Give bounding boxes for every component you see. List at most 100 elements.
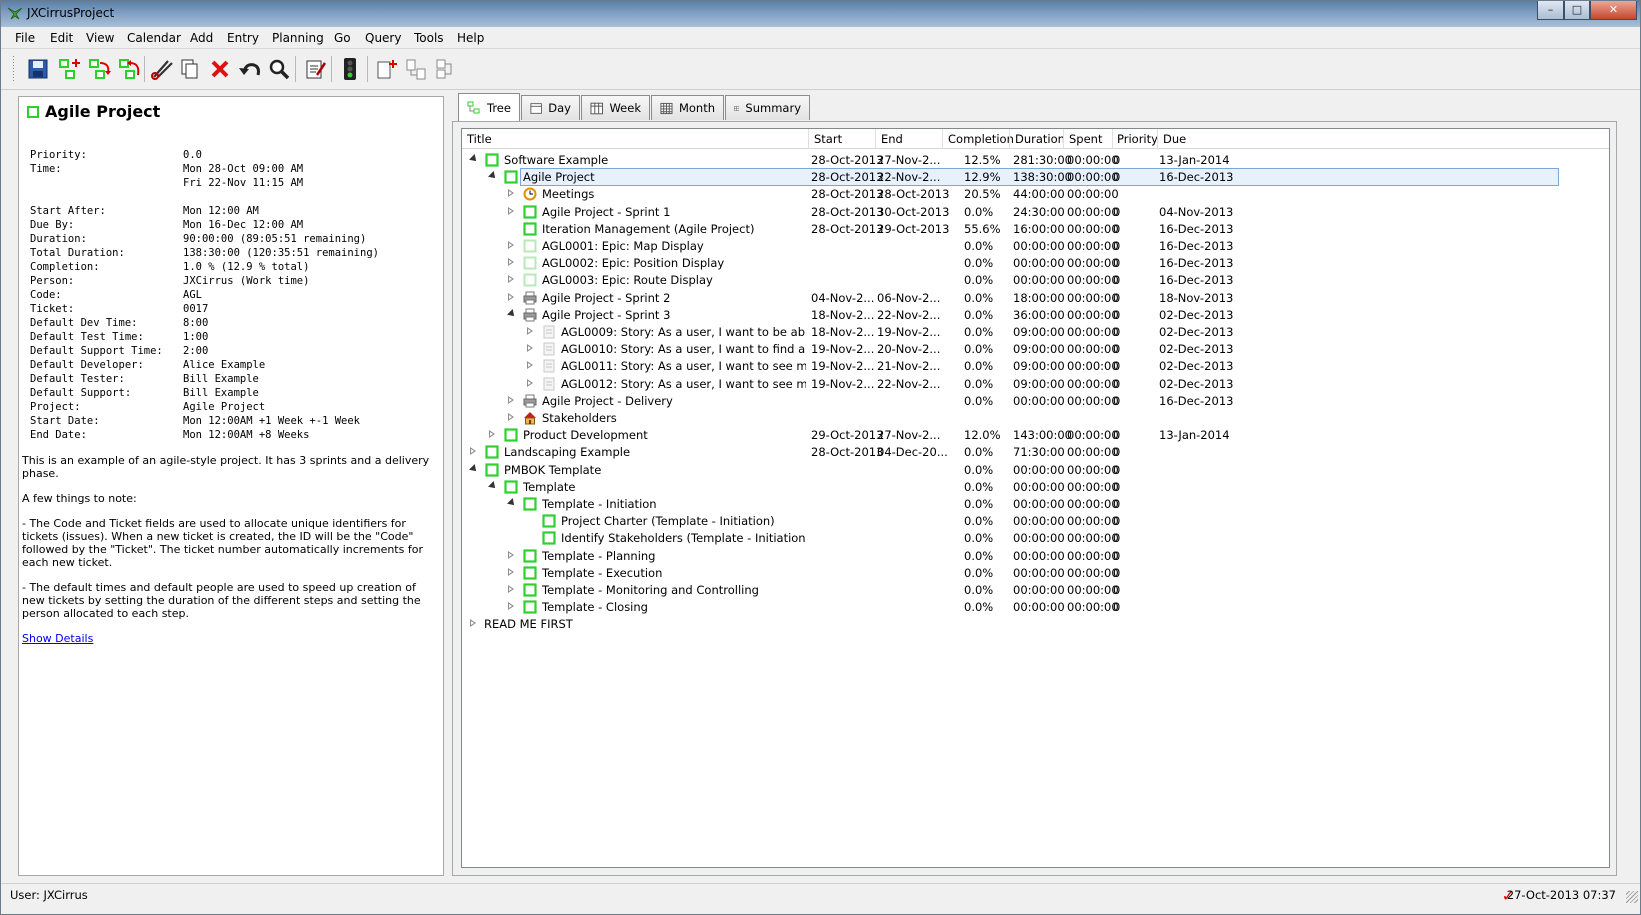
cut-button[interactable] bbox=[149, 56, 175, 82]
expanded-arrow-icon[interactable] bbox=[469, 154, 479, 164]
collapsed-arrow-icon[interactable] bbox=[470, 619, 476, 628]
table-row[interactable]: AGL0002: Epic: Position Display 0.0% 00:00… bbox=[462, 254, 1609, 272]
undo-button[interactable] bbox=[237, 56, 263, 82]
table-row[interactable]: Project Charter (Template - Initiation) 0… bbox=[462, 512, 1609, 530]
copy-button[interactable] bbox=[177, 56, 203, 82]
col-header-start[interactable]: Start bbox=[814, 132, 842, 146]
task-tree-table[interactable]: Title Start End Completion Duration Spen… bbox=[461, 128, 1610, 868]
expanded-arrow-icon[interactable] bbox=[507, 498, 517, 508]
save-button[interactable] bbox=[25, 56, 51, 82]
table-row[interactable]: Template - Execution 0.0% 00:00:00 00:00:00… bbox=[462, 564, 1609, 582]
table-row[interactable]: Iteration Management (Agile Project) 28-O… bbox=[462, 220, 1609, 238]
collapsed-arrow-icon[interactable] bbox=[508, 206, 514, 215]
column-separator[interactable] bbox=[1063, 129, 1064, 149]
collapsed-arrow-icon[interactable] bbox=[527, 344, 533, 353]
split-button[interactable] bbox=[431, 56, 457, 82]
tab-tree[interactable]: Tree bbox=[458, 93, 520, 121]
expanded-arrow-icon[interactable] bbox=[507, 308, 517, 319]
table-row[interactable]: Template - Monitoring and Controlling 0.0… bbox=[462, 581, 1609, 599]
table-row[interactable]: Identify Stakeholders (Template - Initia… bbox=[462, 529, 1609, 547]
traffic-light-button[interactable] bbox=[337, 56, 363, 82]
add-child-button[interactable] bbox=[57, 56, 83, 82]
edit-button[interactable] bbox=[303, 56, 329, 82]
table-row[interactable]: Agile Project 28-Oct-2013 22-Nov-2... 12.9%… bbox=[462, 168, 1609, 187]
expanded-arrow-icon[interactable] bbox=[488, 480, 498, 491]
table-row[interactable]: Product Development 29-Oct-2013 27-Nov-2..… bbox=[462, 426, 1609, 444]
col-header-completion[interactable]: Completion bbox=[948, 132, 1014, 146]
table-row[interactable]: Agile Project - Sprint 3 18-Nov-2... 22-No… bbox=[462, 306, 1609, 324]
table-row[interactable]: AGL0010: Story: As a user, I want to fin… bbox=[462, 340, 1609, 358]
collapsed-arrow-icon[interactable] bbox=[508, 241, 514, 249]
table-row[interactable]: PMBOK Template 0.0% 00:00:00 00:00:00 0 bbox=[462, 461, 1609, 479]
column-separator[interactable] bbox=[942, 129, 943, 149]
col-header-priority[interactable]: Priority bbox=[1117, 132, 1158, 146]
maximize-button[interactable]: □ bbox=[1564, 1, 1590, 20]
collapsed-arrow-icon[interactable] bbox=[508, 585, 514, 593]
menu-query[interactable]: Query bbox=[365, 31, 401, 45]
menu-add[interactable]: Add bbox=[190, 31, 213, 45]
menu-file[interactable]: File bbox=[15, 31, 35, 45]
delete-button[interactable] bbox=[207, 56, 233, 82]
col-header-title[interactable]: Title bbox=[467, 132, 492, 146]
title-bar[interactable]: JXCirrusProject – □ ✕ bbox=[1, 1, 1640, 27]
table-row[interactable]: AGL0012: Story: As a user, I want to see… bbox=[462, 375, 1609, 393]
column-separator[interactable] bbox=[875, 129, 876, 149]
link-button[interactable] bbox=[403, 56, 429, 82]
collapsed-arrow-icon[interactable] bbox=[489, 430, 495, 439]
tab-week[interactable]: Week bbox=[581, 95, 650, 120]
col-header-duration[interactable]: Duration bbox=[1015, 132, 1065, 146]
table-row[interactable]: Agile Project - Sprint 1 28-Oct-2013 30-Oc… bbox=[462, 203, 1609, 221]
expanded-arrow-icon[interactable] bbox=[469, 463, 479, 474]
menu-planning[interactable]: Planning bbox=[272, 31, 324, 45]
table-row[interactable]: READ ME FIRST bbox=[462, 615, 1609, 633]
collapsed-arrow-icon[interactable] bbox=[508, 413, 514, 421]
collapsed-arrow-icon[interactable] bbox=[508, 550, 514, 559]
column-separator[interactable] bbox=[1157, 129, 1158, 149]
table-row[interactable]: Template - Initiation 0.0% 00:00:00 00:00:0… bbox=[462, 495, 1609, 513]
collapsed-arrow-icon[interactable] bbox=[508, 395, 514, 404]
search-button[interactable] bbox=[266, 56, 292, 82]
collapsed-arrow-icon[interactable] bbox=[527, 378, 533, 387]
close-button[interactable]: ✕ bbox=[1590, 1, 1637, 20]
menu-help[interactable]: Help bbox=[457, 31, 484, 45]
column-separator[interactable] bbox=[808, 129, 809, 149]
table-row[interactable]: Agile Project - Delivery 0.0% 00:00:00 00:0… bbox=[462, 392, 1609, 410]
menu-view[interactable]: View bbox=[86, 31, 114, 45]
collapsed-arrow-icon[interactable] bbox=[508, 602, 514, 611]
collapsed-arrow-icon[interactable] bbox=[527, 361, 533, 370]
column-separator[interactable] bbox=[1112, 129, 1113, 149]
tab-summary[interactable]: Summary bbox=[725, 95, 810, 120]
collapsed-arrow-icon[interactable] bbox=[508, 258, 514, 267]
collapsed-arrow-icon[interactable] bbox=[508, 292, 514, 301]
column-separator[interactable] bbox=[1009, 129, 1010, 149]
table-row[interactable]: Template - Planning 0.0% 00:00:00 00:00:00 0 bbox=[462, 547, 1609, 565]
collapsed-arrow-icon[interactable] bbox=[508, 189, 514, 198]
show-details-link[interactable]: Show Details bbox=[22, 632, 93, 645]
move-out-button[interactable] bbox=[117, 56, 143, 82]
move-in-button[interactable] bbox=[87, 56, 113, 82]
tab-month[interactable]: Month bbox=[651, 95, 724, 120]
menu-entry[interactable]: Entry bbox=[227, 31, 259, 45]
table-row[interactable]: Stakeholders bbox=[462, 409, 1609, 427]
collapsed-arrow-icon[interactable] bbox=[508, 567, 514, 576]
col-header-spent[interactable]: Spent bbox=[1069, 132, 1102, 146]
table-row[interactable]: Software Example 28-Oct-2013 27-Nov-2... 12… bbox=[462, 151, 1609, 169]
menu-tools[interactable]: Tools bbox=[414, 31, 444, 45]
table-row[interactable]: Landscaping Example 28-Oct-2013 04-Dec-20.… bbox=[462, 443, 1609, 461]
minimize-button[interactable]: – bbox=[1537, 1, 1564, 20]
col-header-due[interactable]: Due bbox=[1163, 132, 1186, 146]
table-row[interactable]: Template 0.0% 00:00:00 00:00:00 0 bbox=[462, 478, 1609, 496]
resize-grip[interactable] bbox=[1626, 891, 1638, 903]
col-header-end[interactable]: End bbox=[881, 132, 903, 146]
menu-calendar[interactable]: Calendar bbox=[127, 31, 181, 45]
table-row[interactable]: Template - Closing 0.0% 00:00:00 00:00:00 0 bbox=[462, 598, 1609, 616]
menu-edit[interactable]: Edit bbox=[50, 31, 73, 45]
tab-day[interactable]: Day bbox=[521, 95, 580, 120]
collapsed-arrow-icon[interactable] bbox=[470, 447, 476, 456]
collapsed-arrow-icon[interactable] bbox=[508, 275, 514, 284]
table-row[interactable]: AGL0003: Epic: Route Display 0.0% 00:00:00… bbox=[462, 271, 1609, 289]
table-row[interactable]: AGL0011: Story: As a user, I want to see… bbox=[462, 357, 1609, 375]
table-row[interactable]: AGL0001: Epic: Map Display 0.0% 00:00:00 00… bbox=[462, 237, 1609, 255]
menu-go[interactable]: Go bbox=[334, 31, 351, 45]
expanded-arrow-icon[interactable] bbox=[488, 171, 498, 182]
